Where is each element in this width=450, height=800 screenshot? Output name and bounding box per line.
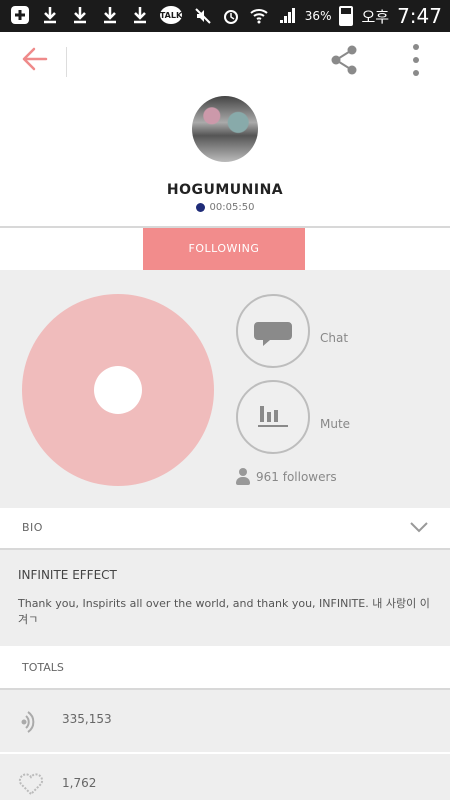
disc-graphic <box>22 294 214 486</box>
download-icon <box>130 5 150 25</box>
timer-value: 00:05:50 <box>209 202 255 213</box>
followers-text: 961 followers <box>256 470 337 484</box>
back-button[interactable] <box>18 44 52 78</box>
bio-heading: INFINITE EFFECT <box>18 568 117 582</box>
profile-header: HOGUMUNINA 00:05:50 <box>0 92 450 226</box>
download-icon <box>100 5 120 25</box>
broadcast-timer: 00:05:50 <box>0 202 450 213</box>
following-button[interactable]: FOLLOWING <box>143 228 305 270</box>
listens-value: 335,153 <box>62 712 112 726</box>
signal-icon <box>277 6 297 26</box>
followers-count: 961 followers <box>236 468 337 486</box>
person-icon <box>236 468 250 486</box>
share-icon <box>331 45 357 75</box>
bio-section-header[interactable]: BIO <box>0 508 450 550</box>
more-vertical-icon <box>413 44 419 50</box>
equalizer-icon <box>258 406 288 427</box>
battery-percent: 36% <box>304 9 332 23</box>
mute-icon <box>193 6 213 26</box>
add-notification-icon <box>10 5 30 25</box>
more-options-button[interactable] <box>410 44 422 76</box>
mute-label: Mute <box>320 417 351 431</box>
download-icon <box>70 5 90 25</box>
mute-button[interactable] <box>236 380 310 454</box>
chat-bubble-icon <box>254 322 292 346</box>
bio-content: INFINITE EFFECT Thank you, Inspirits all… <box>0 550 450 646</box>
chat-button[interactable] <box>236 294 310 368</box>
wifi-icon <box>249 6 269 26</box>
avatar[interactable] <box>192 96 258 162</box>
battery-icon <box>339 6 354 26</box>
share-button[interactable] <box>328 44 360 76</box>
bio-text: Thank you, Inspirits all over the world,… <box>18 597 430 626</box>
disc-center <box>94 366 142 414</box>
total-row-listens: 335,153 <box>0 690 450 752</box>
chevron-down-icon <box>410 522 428 533</box>
listens-icon <box>21 711 35 733</box>
bio-title: BIO <box>22 521 43 534</box>
toolbar-divider <box>66 47 67 77</box>
ampm-label: 오후 <box>361 7 390 26</box>
total-row-hearts: 1,762 <box>0 754 450 800</box>
talk-icon: TALK <box>160 6 182 24</box>
arrow-left-icon <box>22 47 48 71</box>
follow-strip: FOLLOWING <box>0 226 450 270</box>
totals-section-header: TOTALS <box>0 646 450 690</box>
live-dot-icon <box>195 203 205 212</box>
status-bar: TALK 36% 오후 7:47 <box>0 0 450 32</box>
download-icon <box>40 5 60 25</box>
alarm-icon <box>221 6 241 26</box>
clock: 7:47 <box>397 4 442 28</box>
hearts-value: 1,762 <box>62 776 97 790</box>
profile-name: HOGUMUNINA <box>166 182 284 198</box>
heart-icon <box>18 773 44 796</box>
app-bar <box>0 32 450 92</box>
totals-title: TOTALS <box>22 661 64 674</box>
actions-area: Chat Mute 961 followers <box>0 270 450 508</box>
chat-label: Chat <box>320 331 349 345</box>
